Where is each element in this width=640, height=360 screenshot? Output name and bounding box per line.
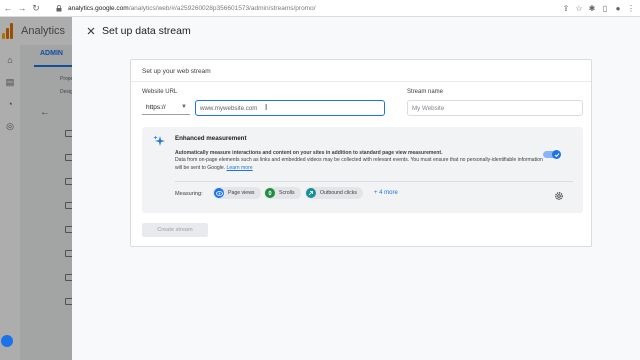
- protocol-value: https://: [146, 104, 166, 111]
- stream-name-input[interactable]: My Website: [407, 100, 583, 116]
- check-icon: [552, 150, 561, 159]
- web-stream-card: Set up your web stream Website URL https…: [130, 59, 592, 247]
- more-link[interactable]: + 4 more: [374, 190, 398, 196]
- measuring-label: Measuring:: [175, 191, 203, 197]
- website-url-input[interactable]: www.mywebsite.com I: [195, 100, 385, 116]
- chip-label: Outbound clicks: [320, 190, 357, 196]
- stream-name-label: Stream name: [407, 89, 444, 95]
- extensions-icon[interactable]: ✱: [587, 2, 597, 14]
- gear-icon[interactable]: [554, 188, 564, 200]
- chevron-down-icon: ▼: [181, 104, 187, 110]
- card-title: Set up your web stream: [142, 68, 211, 75]
- enhanced-measurement-title: Enhanced measurement: [175, 135, 247, 142]
- protocol-select[interactable]: https:// ▼: [142, 101, 190, 115]
- sparkle-icon: [153, 134, 165, 146]
- chip-label: Scrolls: [279, 190, 295, 196]
- menu-icon[interactable]: ⋮: [626, 2, 636, 14]
- enhanced-measurement-description: Automatically measure interactions and c…: [175, 150, 545, 172]
- url-host: analytics.google.com: [68, 4, 129, 12]
- sidepanel-icon[interactable]: ▯: [600, 2, 610, 14]
- profile-icon[interactable]: ●: [613, 2, 623, 14]
- outbound-click-icon: [306, 188, 316, 198]
- share-icon[interactable]: ⇪: [561, 2, 571, 14]
- text-cursor-icon: I: [265, 103, 268, 112]
- settings-gear-icon[interactable]: [1, 335, 13, 347]
- enhanced-measurement-toggle[interactable]: [543, 150, 561, 159]
- enhanced-measurement-section: Enhanced measurement Automatically measu…: [142, 127, 583, 213]
- scroll-icon: [265, 188, 275, 198]
- card-header: Set up your web stream: [131, 60, 591, 82]
- learn-more-link[interactable]: Learn more: [227, 165, 253, 171]
- forward-icon[interactable]: →: [16, 2, 28, 14]
- panel-header: Set up data stream: [72, 17, 640, 45]
- chip-outbound-clicks: Outbound clicks: [305, 187, 363, 199]
- reload-icon[interactable]: ↻: [30, 2, 42, 14]
- url-placeholder: www.mywebsite.com: [200, 104, 258, 112]
- description-bold: Automatically measure interactions and c…: [175, 150, 443, 156]
- star-icon[interactable]: ☆: [574, 2, 584, 14]
- page-title: Set up data stream: [102, 25, 191, 37]
- chip-label: Page views: [228, 190, 255, 196]
- lock-icon[interactable]: [54, 3, 64, 13]
- eye-icon: [214, 188, 224, 198]
- address-bar[interactable]: analytics.google.com/analytics/web/#/a25…: [68, 5, 316, 12]
- browser-toolbar: ← → ↻ analytics.google.com/analytics/web…: [0, 0, 640, 17]
- create-stream-button[interactable]: Create stream: [142, 223, 208, 237]
- stream-name-placeholder: My Website: [412, 104, 445, 112]
- url-path: /analytics/web/#/a259260028p356601573/ad…: [128, 4, 316, 12]
- website-url-label: Website URL: [142, 89, 178, 95]
- close-icon[interactable]: [86, 26, 96, 36]
- setup-data-stream-panel: Set up data stream Set up your web strea…: [72, 17, 640, 360]
- divider: [175, 181, 573, 182]
- back-icon[interactable]: ←: [2, 2, 14, 14]
- chip-page-views: Page views: [213, 187, 261, 199]
- chip-scrolls: Scrolls: [264, 187, 301, 199]
